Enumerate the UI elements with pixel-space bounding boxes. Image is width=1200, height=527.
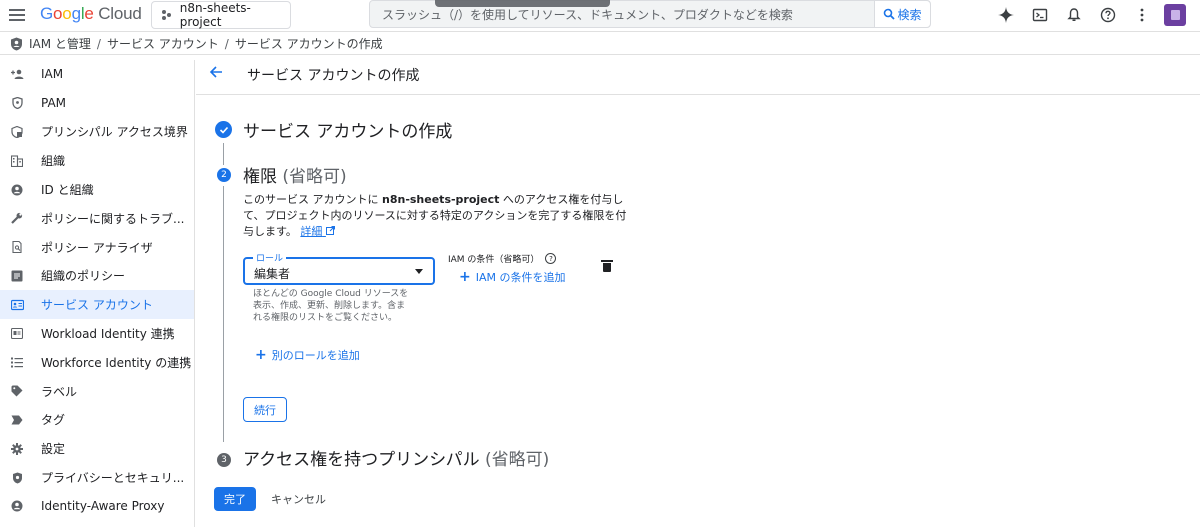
external-link-icon [325,226,335,235]
privacy-shield-icon [10,471,24,485]
sidebar-item-organization[interactable]: 組織 [0,146,194,175]
tooltip-chip [435,0,610,7]
step-3-title[interactable]: アクセス権を持つプリンシパル (省略可) [243,445,549,470]
list-box-icon [10,269,24,283]
sidebar-item-policy-analyzer[interactable]: ポリシー アナライザ [0,233,194,262]
sidebar-item-policy-troubleshooter[interactable]: ポリシーに関するトラブ... [0,204,194,233]
cloud-shell-icon[interactable] [1028,3,1052,27]
step-1-title[interactable]: サービス アカウントの作成 [243,117,452,142]
person-add-icon [10,67,24,81]
sidebar-item-org-policies[interactable]: 組織のポリシー [0,262,194,291]
gemini-icon[interactable] [994,3,1018,27]
sidebar-item-workforce-identity[interactable]: Workforce Identity の連携 [0,348,194,377]
plus-icon: + [459,269,471,285]
sidebar-item-identity-aware-proxy[interactable]: Identity-Aware Proxy [0,492,194,521]
role-help-text: ほとんどの Google Cloud リソースを表示、作成、更新、削除します。含… [253,289,409,323]
step-3-number: 3 [217,453,231,467]
sidebar-item-labels[interactable]: ラベル [0,377,194,406]
iam-condition-label: IAM の条件（省略可） ? [448,252,557,265]
policy-search-icon [10,240,24,254]
iap-icon [10,499,24,513]
step-complete-icon [215,121,232,138]
search-button[interactable]: 検索 [874,1,930,27]
account-circle-icon [10,183,24,197]
add-iam-condition-button[interactable]: + IAM の条件を追加 [459,269,566,285]
breadcrumb-item-iam[interactable]: IAM と管理 [29,35,91,52]
main-menu-icon[interactable] [6,4,28,26]
search-input[interactable]: スラッシュ（/）を使用してリソース、ドキュメント、プロダクトなどを検索 [370,6,874,23]
more-icon[interactable] [1130,3,1154,27]
help-icon[interactable]: ? [545,253,557,264]
step-2-description: このサービス アカウントに n8n-sheets-project へのアクセス権… [243,193,627,238]
sidebar-item-principal-access-boundary[interactable]: プリンシパル アクセス境界 [0,118,194,147]
delete-icon[interactable] [601,260,613,272]
role-select[interactable]: ロール 編集者 [243,251,435,285]
step-2-title: 権限 (省略可) [243,167,347,187]
page-title: サービス アカウントの作成 [247,68,420,84]
add-another-role-button[interactable]: + 別のロールを追加 [255,347,360,363]
dropdown-caret-icon [415,269,423,274]
sidebar: IAM PAM プリンシパル アクセス境界 組織 ID と組織 ポリシーに関する… [0,60,195,527]
sidebar-item-id-and-organization[interactable]: ID と組織 [0,175,194,204]
main-content: サービス アカウントの作成 サービス アカウントの作成 2 権限 (省略可) こ… [196,55,1200,527]
shield-icon [10,96,24,110]
plus-icon: + [255,347,267,363]
list-icon [10,355,24,369]
breadcrumb: IAM と管理 / サービス アカウント / サービス アカウントの作成 [0,33,1200,55]
iam-shield-icon [11,37,22,50]
breadcrumb-item-create: サービス アカウントの作成 [234,37,383,51]
google-cloud-logo[interactable]: Google Cloud [40,4,142,24]
boundary-icon [10,125,24,139]
project-icon [162,10,172,20]
service-account-icon [10,298,24,312]
continue-button[interactable]: 続行 [243,397,287,422]
search-icon [884,8,896,20]
step-2-number: 2 [217,168,231,182]
role-field-label: ロール [253,251,287,264]
page-header: サービス アカウントの作成 [196,55,1200,95]
avatar[interactable] [1164,4,1186,26]
notifications-icon[interactable] [1062,3,1086,27]
stepper-line [223,143,224,165]
building-icon [10,154,24,168]
breadcrumb-item-service-accounts[interactable]: サービス アカウント [107,35,219,52]
wrench-icon [10,211,24,225]
role-value: 編集者 [254,267,291,281]
top-bar: Google Cloud n8n-sheets-project スラッシュ（/）… [0,0,1200,32]
help-icon[interactable] [1096,3,1120,27]
back-arrow-icon[interactable] [208,64,224,85]
settings-icon [10,442,24,456]
sidebar-item-pam[interactable]: PAM [0,89,194,118]
project-name: n8n-sheets-project [179,1,251,29]
sidebar-item-settings[interactable]: 設定 [0,434,194,463]
cancel-button[interactable]: キャンセル [271,487,326,511]
id-card-icon [10,327,24,341]
sidebar-item-tags[interactable]: タグ [0,406,194,435]
details-link[interactable]: 詳細 [300,225,335,238]
label-icon [10,384,24,398]
done-button[interactable]: 完了 [214,487,256,511]
sidebar-item-iam[interactable]: IAM [0,60,194,89]
project-picker-button[interactable]: n8n-sheets-project [151,1,291,29]
sidebar-item-workload-identity[interactable]: Workload Identity 連携 [0,319,194,348]
sidebar-item-privacy-security[interactable]: プライバシーとセキュリ... [0,463,194,492]
tag-icon [10,413,24,427]
sidebar-item-service-accounts[interactable]: サービス アカウント [0,290,194,320]
stepper-line [223,186,224,442]
